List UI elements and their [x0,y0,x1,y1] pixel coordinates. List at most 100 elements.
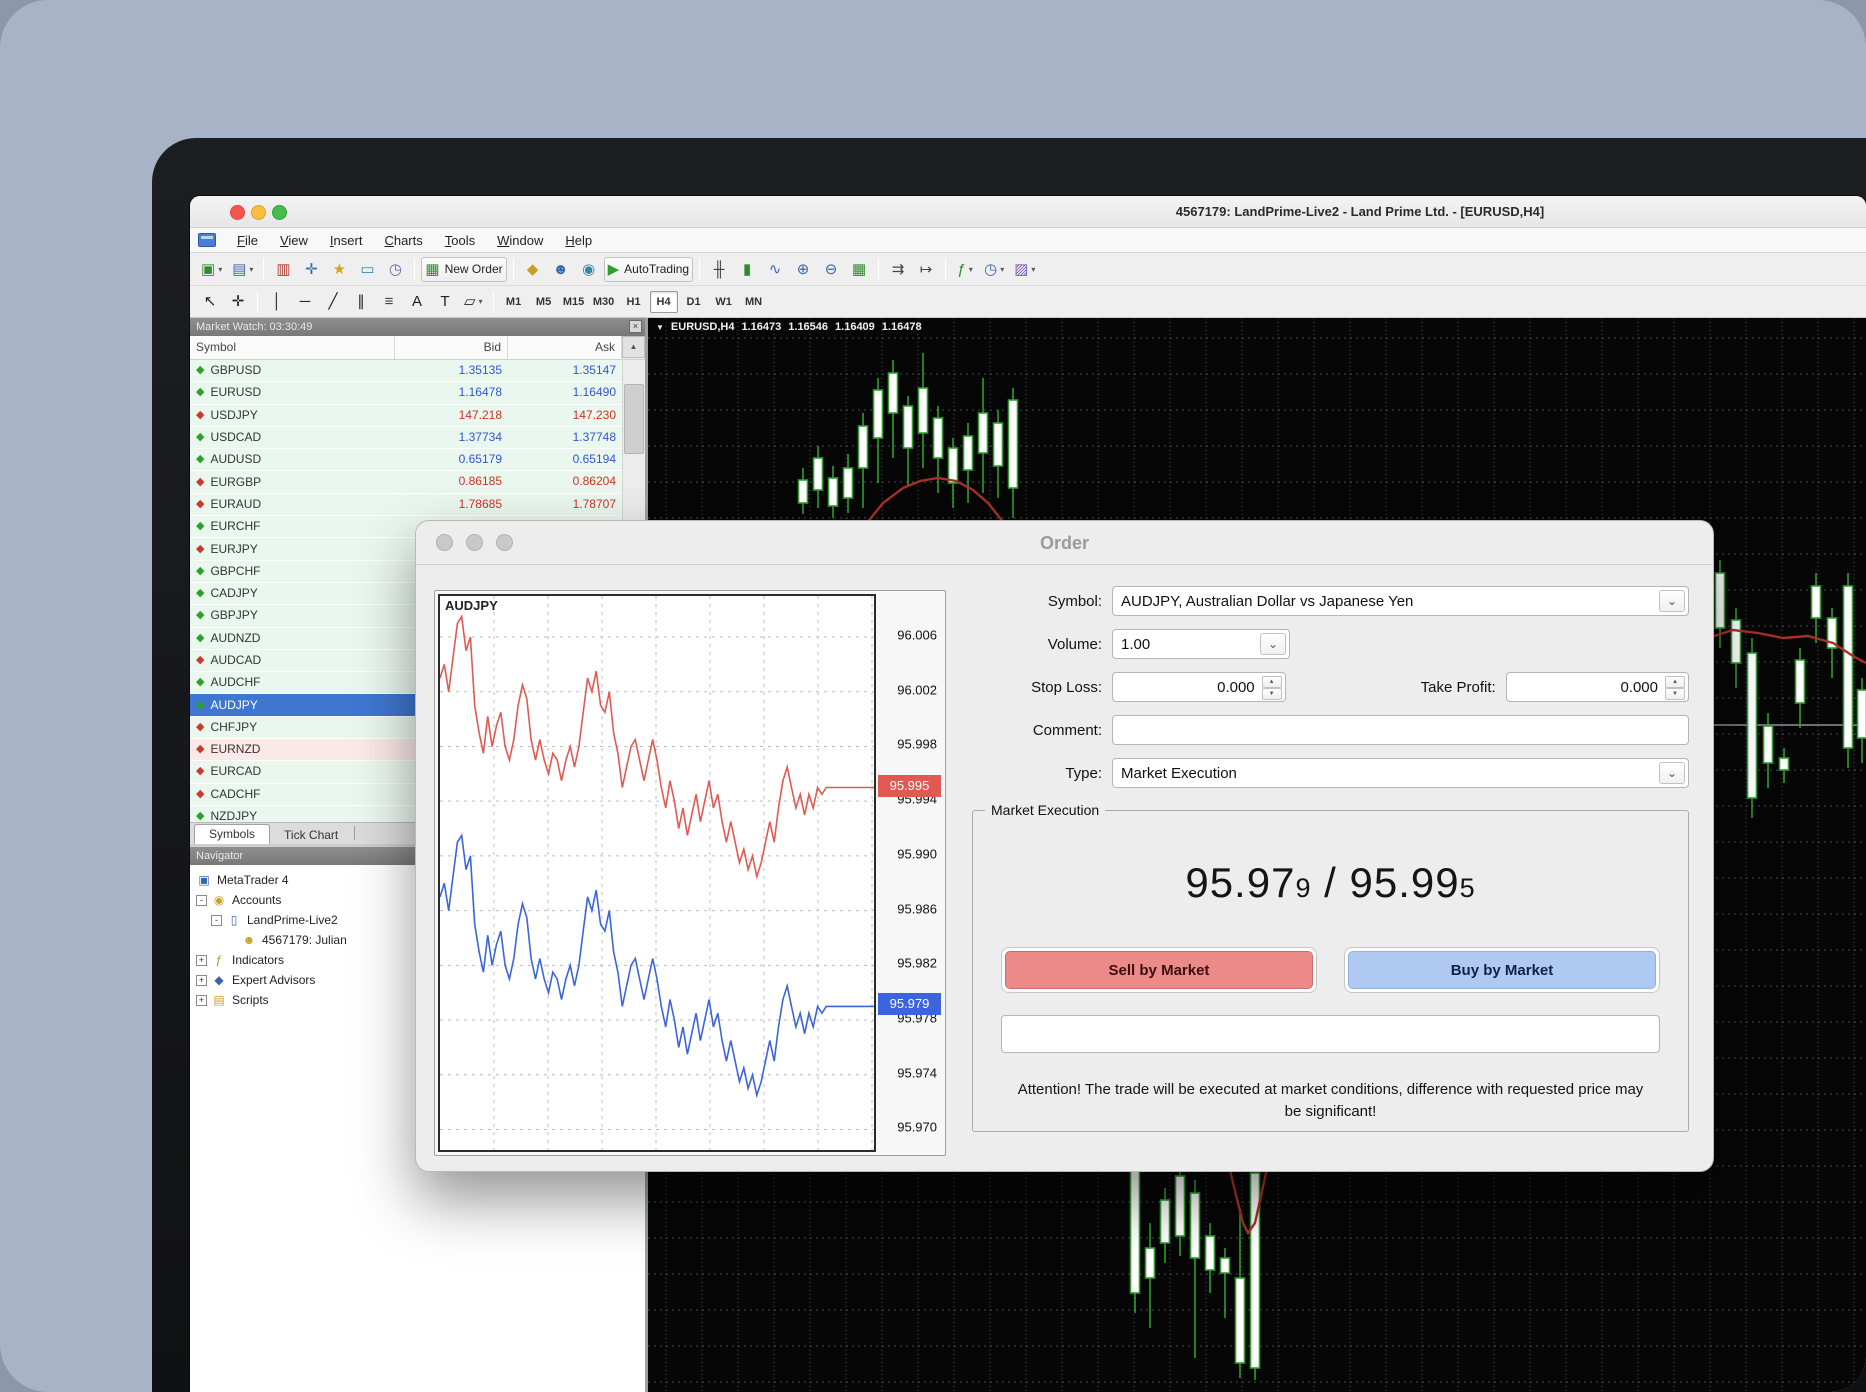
spin-down-icon[interactable]: ▼ [1262,688,1282,700]
collapse-icon[interactable]: - [196,895,207,906]
order-result-field[interactable] [1001,1015,1660,1053]
expand-icon[interactable]: + [196,995,207,1006]
bid-value: 147.218 [395,405,508,426]
tile-windows-button[interactable]: ▦ [846,257,872,282]
close-window-button[interactable] [230,205,245,220]
crosshair-button[interactable]: ✛ [225,289,251,314]
menu-tools[interactable]: Tools [434,230,486,251]
symbol-name: AUDCAD [210,650,261,671]
line-chart-button[interactable]: ∿ [762,257,788,282]
options-button[interactable]: ☻ [548,257,574,282]
minimize-window-button[interactable] [251,205,266,220]
market-watch-row[interactable]: ◆USDCAD1.377341.37748 [190,427,645,449]
scroll-up-icon[interactable]: ▲ [622,336,645,358]
chevron-down-icon[interactable]: ⌄ [1260,633,1286,655]
stop-loss-input[interactable]: 0.000 ▲ ▼ [1112,672,1286,702]
menu-window[interactable]: Window [486,230,554,251]
channel-button[interactable]: ∥ [348,289,374,314]
symbol-select[interactable]: AUDJPY, Australian Dollar vs Japanese Ye… [1112,586,1689,616]
indicators-button[interactable]: ƒ▾ [952,257,978,282]
timeframe-m30[interactable]: M30 [590,291,618,313]
buy-by-market-button[interactable]: Buy by Market [1348,951,1656,989]
spin-up-icon[interactable]: ▲ [1665,676,1685,688]
terminal-button[interactable]: ▭ [354,257,380,282]
templates-button[interactable]: ▨▾ [1010,257,1039,282]
cursor-button[interactable]: ↖ [197,289,223,314]
timeframe-m15[interactable]: M15 [560,291,588,313]
shapes-button[interactable]: ▱▾ [460,289,487,314]
chevron-down-icon[interactable]: ⌄ [1659,762,1685,784]
market-watch-row[interactable]: ◆USDJPY147.218147.230 [190,405,645,427]
market-watch-row[interactable]: ◆AUDUSD0.651790.65194 [190,449,645,471]
profiles-button[interactable]: ▤▾ [228,257,257,282]
navigator-button[interactable]: ★ [326,257,352,282]
market-watch-row[interactable]: ◆EURAUD1.786851.78707 [190,494,645,516]
menu-charts[interactable]: Charts [373,230,433,251]
strategy-tester-button[interactable]: ◷ [382,257,408,282]
new-order-button[interactable]: ▦New Order [421,257,506,282]
market-watch-button[interactable]: ▥ [270,257,296,282]
chevron-down-icon[interactable]: ⌄ [1659,590,1685,612]
menu-insert[interactable]: Insert [319,230,374,251]
dropdown-caret-icon[interactable]: ▾ [1000,265,1004,274]
sell-by-market-button[interactable]: Sell by Market [1005,951,1313,989]
label-button[interactable]: T [432,289,458,314]
horizontal-line-button[interactable]: ─ [292,289,318,314]
bid-column-header[interactable]: Bid [395,336,508,359]
market-watch-row[interactable]: ◆EURUSD1.164781.16490 [190,382,645,404]
news-button[interactable]: ◉ [576,257,602,282]
zoom-out-button[interactable]: ⊖ [818,257,844,282]
new-chart-button[interactable]: ▣▾ [197,257,226,282]
timeframe-d1[interactable]: D1 [680,291,708,313]
close-icon[interactable]: × [629,320,642,333]
timeframe-mn[interactable]: MN [740,291,768,313]
timeframe-w1[interactable]: W1 [710,291,738,313]
vertical-line-button[interactable]: │ [264,289,290,314]
ask-column-header[interactable]: Ask [508,336,622,359]
timeframe-m5[interactable]: M5 [530,291,558,313]
take-profit-stepper[interactable]: ▲ ▼ [1665,676,1685,698]
zoom-window-button[interactable] [272,205,287,220]
text-button[interactable]: A [404,289,430,314]
expand-icon[interactable]: + [196,955,207,966]
spin-up-icon[interactable]: ▲ [1262,676,1282,688]
dropdown-caret-icon[interactable]: ▾ [969,265,973,274]
dropdown-caret-icon[interactable]: ▾ [1031,265,1035,274]
dropdown-caret-icon[interactable]: ▾ [218,265,222,274]
comment-input[interactable] [1112,715,1689,745]
menu-view[interactable]: View [269,230,319,251]
market-watch-row[interactable]: ◆GBPUSD1.351351.35147 [190,360,645,382]
market-watch-scrollbar[interactable]: ▲ [622,336,645,359]
menu-help[interactable]: Help [554,230,603,251]
data-window-button[interactable]: ✛ [298,257,324,282]
market-watch-row[interactable]: ◆EURGBP0.861850.86204 [190,471,645,493]
candlestick-chart-button[interactable]: ▮ [734,257,760,282]
fibonacci-button[interactable]: ≡ [376,289,402,314]
autotrading-button[interactable]: ▶AutoTrading [604,257,693,282]
trendline-button[interactable]: ╱ [320,289,346,314]
symbol-column-header[interactable]: Symbol [190,336,395,359]
type-select[interactable]: Market Execution ⌄ [1112,758,1689,788]
timeframe-h1[interactable]: H1 [620,291,648,313]
timeframe-m1[interactable]: M1 [500,291,528,313]
expand-icon[interactable]: + [196,975,207,986]
menu-file[interactable]: File [226,230,269,251]
bar-chart-button[interactable]: ╫ [706,257,732,282]
dropdown-caret-icon[interactable]: ▾ [479,297,483,306]
spin-down-icon[interactable]: ▼ [1665,688,1685,700]
tab-tick-chart[interactable]: Tick Chart [270,826,352,844]
dropdown-caret-icon[interactable]: ▾ [249,265,253,274]
metaeditor-button[interactable]: ◆ [520,257,546,282]
stop-loss-stepper[interactable]: ▲ ▼ [1262,676,1282,698]
timeframe-h4[interactable]: H4 [650,291,678,313]
tab-symbols[interactable]: Symbols [194,824,270,844]
volume-select[interactable]: 1.00 ⌄ [1112,629,1290,659]
auto-scroll-button[interactable]: ⇉ [885,257,911,282]
zoom-in-button[interactable]: ⊕ [790,257,816,282]
chart-shift-button[interactable]: ↦ [913,257,939,282]
take-profit-input[interactable]: 0.000 ▲ ▼ [1506,672,1689,702]
symbol-name: CADJPY [210,583,257,604]
periods-button[interactable]: ◷▾ [980,257,1008,282]
scrollbar-thumb[interactable] [624,384,644,454]
collapse-icon[interactable]: - [211,915,222,926]
